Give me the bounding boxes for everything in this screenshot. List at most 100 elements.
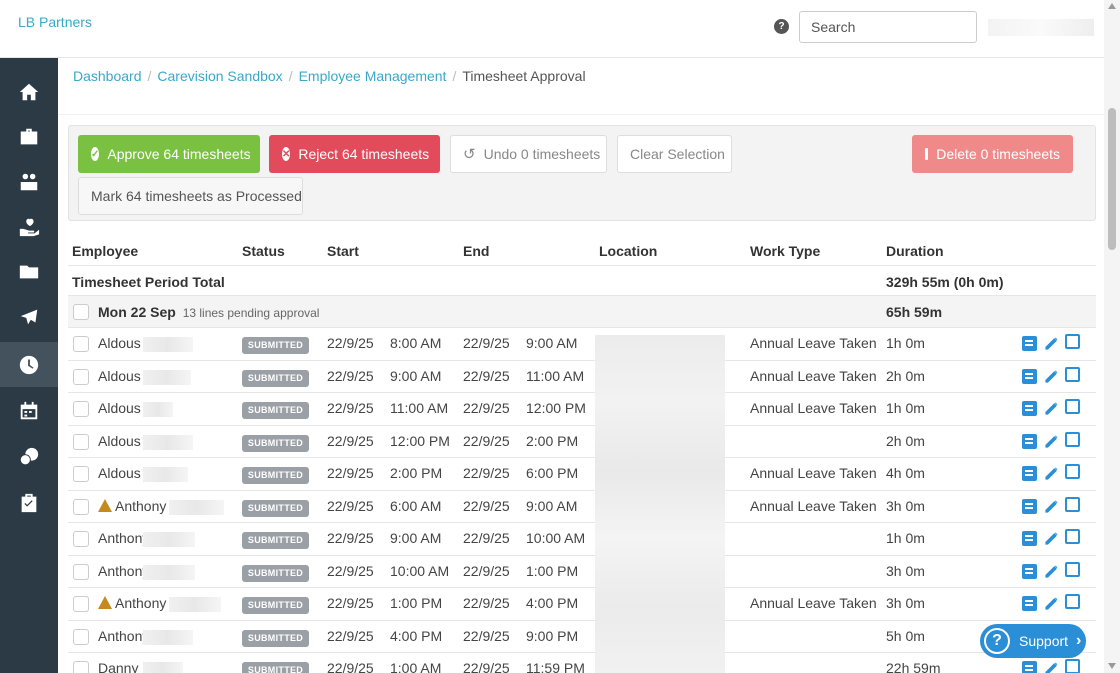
split-shift-icon[interactable] [1065, 431, 1080, 447]
edit-pencil-icon[interactable] [1044, 661, 1059, 673]
employee-name-cell[interactable]: Aldous [98, 433, 141, 449]
table-row[interactable]: Anthony SUBMITTED 22/9/25 4:00 PM 22/9/25 9:0… [68, 619, 1096, 653]
table-row[interactable]: Aldous SUBMITTED 22/9/25 2:00 PM 22/9/25 6:00… [68, 457, 1096, 490]
employee-name-cell[interactable]: Aldous [98, 400, 141, 416]
support-button[interactable]: ? Support › [980, 624, 1086, 658]
employee-name-cell[interactable]: Aldous [98, 335, 141, 351]
notes-icon[interactable] [1022, 336, 1037, 351]
notes-icon[interactable] [1022, 531, 1037, 546]
split-shift-icon[interactable] [1065, 561, 1080, 577]
delete-button[interactable]: Delete 0 timesheets [912, 135, 1073, 173]
search-input[interactable] [799, 11, 977, 43]
row-checkbox[interactable] [73, 661, 89, 673]
notes-icon[interactable] [1022, 661, 1037, 673]
breadcrumb-dashboard[interactable]: Dashboard [73, 68, 142, 84]
table-row[interactable]: Aldous SUBMITTED 22/9/25 8:00 AM 22/9/25 9:00… [68, 327, 1096, 360]
split-shift-icon[interactable] [1065, 399, 1080, 414]
undo-button[interactable]: ↺ Undo 0 timesheets [450, 135, 607, 173]
notes-icon[interactable] [1022, 498, 1037, 514]
reject-button[interactable]: ✕ Reject 64 timesheets [269, 135, 440, 173]
split-shift-icon[interactable] [1065, 464, 1080, 479]
duration: 4h 0m [886, 465, 925, 481]
help-icon[interactable]: ? [774, 19, 789, 34]
split-shift-icon[interactable] [1065, 529, 1080, 544]
row-checkbox[interactable] [73, 466, 89, 482]
sidebar-item-tasks[interactable] [0, 480, 58, 525]
calendar-icon [20, 401, 38, 419]
scroll-down-arrow-icon[interactable] [1108, 663, 1116, 669]
notes-icon[interactable] [1022, 596, 1037, 611]
start-time: 6:00 AM [390, 497, 442, 514]
clear-selection-button[interactable]: Clear Selection [617, 135, 732, 173]
table-row[interactable]: Aldous SUBMITTED 22/9/25 9:00 AM 22/9/25 11:0… [68, 359, 1096, 393]
notes-icon[interactable] [1022, 368, 1037, 384]
breadcrumb-sandbox[interactable]: Carevision Sandbox [157, 68, 282, 84]
notes-icon[interactable] [1022, 563, 1037, 579]
day-group-row[interactable]: Mon 22 Sep 13 lines pending approval 65h… [68, 295, 1096, 327]
edit-pencil-icon[interactable] [1044, 466, 1059, 481]
employee-name-cell[interactable]: Aldous [98, 465, 141, 481]
page-scrollbar[interactable] [1104, 0, 1120, 673]
sidebar-item-people[interactable] [0, 159, 58, 204]
table-row[interactable]: Anthony . SUBMITTED 22/9/25 10:00 AM 22/9/25… [68, 554, 1096, 588]
split-shift-icon[interactable] [1065, 496, 1080, 512]
sidebar-item-finance[interactable] [0, 434, 58, 479]
day-group-checkbox[interactable] [73, 304, 89, 320]
split-shift-icon[interactable] [1065, 659, 1080, 673]
sidebar-item-timesheets[interactable] [0, 342, 58, 387]
row-checkbox[interactable] [73, 563, 89, 580]
edit-pencil-icon[interactable] [1044, 564, 1059, 579]
end-time: 10:00 AM [526, 530, 586, 546]
row-checkbox[interactable] [73, 596, 89, 612]
sidebar-item-files[interactable] [0, 249, 58, 294]
employee-name-cell[interactable]: Anthony [98, 628, 149, 644]
sidebar-item-roster[interactable] [0, 388, 58, 433]
sidebar-item-leave[interactable] [0, 294, 58, 339]
edit-pencil-icon[interactable] [1044, 499, 1059, 514]
divider [58, 114, 1104, 115]
row-checkbox[interactable] [73, 368, 89, 385]
approve-button[interactable]: ✓ Approve 64 timesheets [78, 135, 260, 173]
employee-name-cell[interactable]: Anthony [98, 595, 166, 611]
row-checkbox[interactable] [73, 628, 89, 645]
sidebar-item-care[interactable] [0, 204, 58, 249]
employee-name-cell[interactable]: Anthony [98, 498, 166, 514]
employee-name: Anthony [115, 497, 167, 514]
employee-name-cell[interactable]: Aldous [98, 368, 141, 384]
user-menu[interactable] [988, 19, 1094, 36]
table-row[interactable]: Danny SUBMITTED 22/9/25 1:00 AM 22/9/25 11:59… [68, 652, 1096, 673]
status-badge: SUBMITTED [242, 402, 309, 419]
sidebar-item-jobs[interactable] [0, 114, 58, 159]
brand-name[interactable]: LB Partners [18, 14, 92, 30]
table-row[interactable]: Anthony SUBMITTED 22/9/25 1:00 PM 22/9/25 4:0… [68, 587, 1096, 620]
scroll-up-arrow-icon[interactable] [1108, 3, 1116, 9]
table-row[interactable]: Aldous SUBMITTED 22/9/25 11:00 AM 22/9/25 12:… [68, 392, 1096, 425]
row-checkbox[interactable] [73, 531, 89, 547]
split-shift-icon[interactable] [1065, 366, 1080, 382]
notes-icon[interactable] [1022, 433, 1037, 449]
employee-name-cell[interactable]: Danny [98, 660, 138, 673]
notes-icon[interactable] [1022, 401, 1037, 416]
table-row[interactable]: Anthony SUBMITTED 22/9/25 6:00 AM 22/9/25 9:0… [68, 489, 1096, 523]
split-shift-icon[interactable] [1065, 594, 1080, 609]
work-type: Annual Leave Taken [750, 400, 877, 416]
scroll-thumb[interactable] [1108, 108, 1116, 250]
row-checkbox[interactable] [73, 433, 89, 450]
split-shift-icon[interactable] [1065, 334, 1080, 349]
table-row[interactable]: Anthony . SUBMITTED 22/9/25 9:00 AM 22/9/25 1… [68, 522, 1096, 555]
edit-pencil-icon[interactable] [1044, 531, 1059, 546]
notes-icon[interactable] [1022, 466, 1037, 481]
edit-pencil-icon[interactable] [1044, 596, 1059, 611]
table-row[interactable]: Aldous SUBMITTED 22/9/25 12:00 PM 22/9/25 2:0… [68, 424, 1096, 458]
row-checkbox[interactable] [73, 498, 89, 515]
edit-pencil-icon[interactable] [1044, 336, 1059, 351]
edit-pencil-icon[interactable] [1044, 434, 1059, 449]
edit-pencil-icon[interactable] [1044, 369, 1059, 384]
row-checkbox[interactable] [73, 401, 89, 417]
row-checkbox[interactable] [73, 336, 89, 352]
edit-pencil-icon[interactable] [1044, 401, 1059, 416]
breadcrumb-employee-management[interactable]: Employee Management [299, 68, 447, 84]
end-time: 6:00 PM [526, 465, 579, 481]
sidebar-item-home[interactable] [0, 69, 58, 114]
mark-processed-button[interactable]: Mark 64 timesheets as Processed [78, 177, 303, 215]
